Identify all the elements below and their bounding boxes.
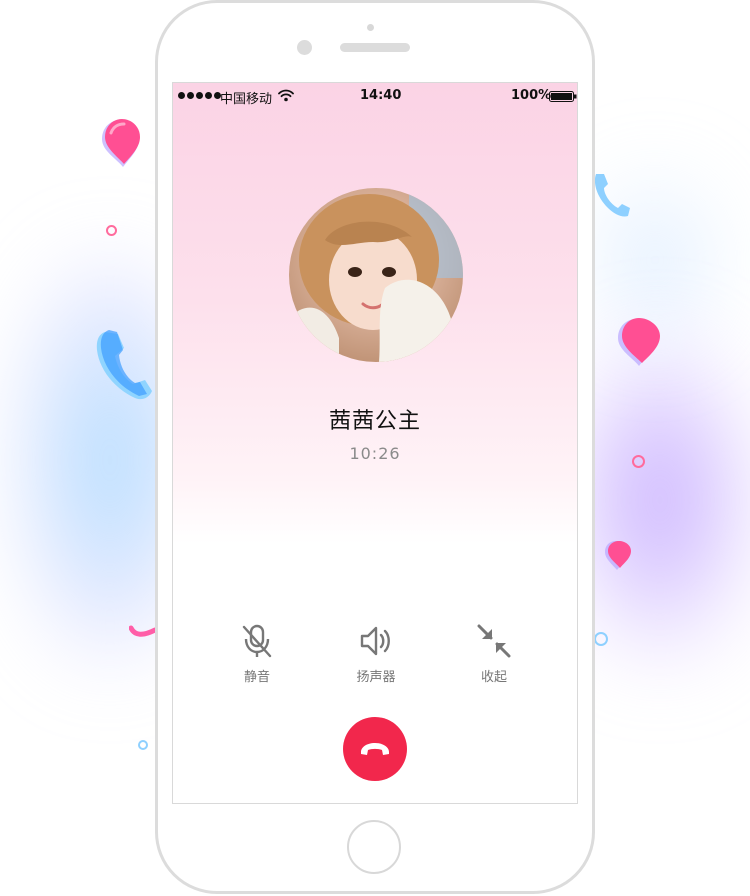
battery-icon [549, 91, 577, 102]
phone-hangup-icon [361, 743, 389, 755]
call-screen: 中国移动 14:40 100% 茜茜公主 10:26 静音 扬声器 收起 [172, 82, 578, 804]
carrier-name: 中国移动 [220, 92, 273, 107]
heart-balloon-icon [102, 119, 140, 167]
signal-strength-icon [178, 92, 221, 99]
heart-balloon-small-icon [605, 541, 631, 570]
call-duration: 10:26 [349, 444, 401, 463]
battery-percent: 100% [511, 88, 552, 103]
status-bar: 中国移动 14:40 100% [173, 83, 577, 109]
collapse-arrows-icon [477, 624, 511, 658]
phone-earpiece [340, 43, 410, 52]
mute-button[interactable]: 静音 [217, 623, 297, 685]
status-time: 14:40 [360, 88, 402, 103]
small-ring-icon [106, 225, 117, 236]
speaker-label: 扬声器 [356, 670, 396, 685]
mic-off-icon [242, 624, 272, 658]
wifi-icon [278, 89, 294, 102]
mute-label: 静音 [243, 670, 270, 685]
wave-icon [129, 625, 157, 637]
small-ring-icon [138, 740, 148, 750]
phone-handset-small-icon [594, 174, 630, 217]
caller-avatar [289, 188, 463, 362]
collapse-button[interactable]: 收起 [454, 623, 534, 685]
home-button[interactable] [347, 820, 401, 874]
phone-handset-icon [96, 330, 152, 400]
heart-balloon-right-icon [618, 318, 660, 366]
small-ring-icon [594, 632, 608, 646]
speaker-icon [360, 626, 390, 656]
hangup-button[interactable] [343, 717, 407, 781]
collapse-label: 收起 [480, 670, 507, 685]
front-camera [297, 40, 312, 55]
caller-name: 茜茜公主 [328, 409, 421, 434]
phone-sensor [367, 24, 374, 31]
speaker-button[interactable]: 扬声器 [336, 623, 416, 685]
small-ring-icon [632, 455, 645, 468]
